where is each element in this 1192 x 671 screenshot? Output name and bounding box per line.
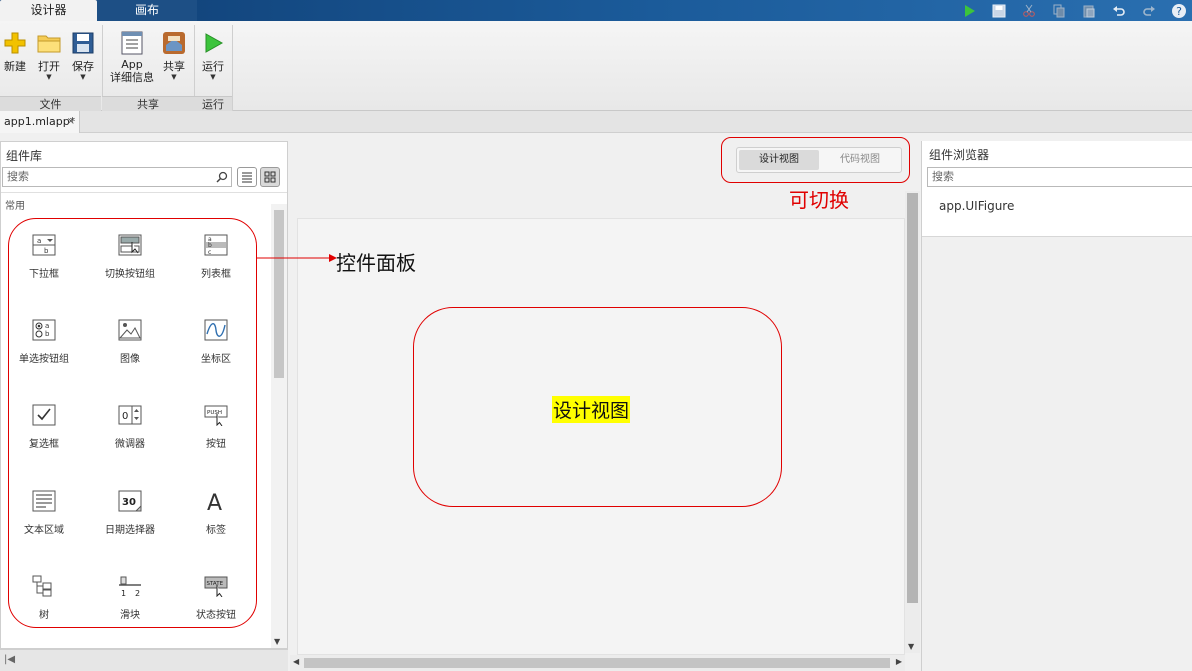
document-tab-label: app1.mlapp* (4, 115, 76, 128)
floppy-icon (71, 31, 95, 55)
new-label: 新建 (4, 60, 26, 73)
library-bottom-bar: |◀ (0, 649, 288, 671)
search-placeholder: 搜索 (932, 170, 954, 183)
app-details-label-1: App (121, 58, 143, 71)
scroll-right-icon[interactable]: ▶ (896, 657, 902, 666)
canvas-vertical-scrollbar[interactable]: ▼ (905, 191, 920, 653)
library-scrollbar[interactable]: ▼ (271, 204, 287, 648)
tab-designer[interactable]: 设计器 (0, 0, 97, 21)
top-tab-bar: 设计器 画布 ? (0, 0, 1192, 21)
save-label: 保存 (72, 60, 94, 73)
close-icon[interactable]: × (67, 111, 75, 133)
scroll-left-icon[interactable]: ◀ (293, 657, 299, 666)
canvas-horizontal-scrollbar[interactable]: ◀ ▶ (290, 655, 905, 671)
cut-icon[interactable] (1020, 2, 1038, 19)
annotation-panel-label: 控件面板 (336, 251, 416, 275)
annotation-panel-outline (8, 218, 257, 628)
open-label: 打开 (38, 60, 60, 73)
svg-text:?: ? (1176, 5, 1182, 18)
folder-icon (37, 31, 61, 55)
category-label: 常用 (5, 201, 25, 212)
plus-icon (3, 31, 27, 55)
scroll-down-icon[interactable]: ▼ (274, 637, 280, 646)
collapse-icon[interactable]: |◀ (4, 654, 15, 665)
paste-icon[interactable] (1080, 2, 1098, 19)
list-icon (242, 172, 252, 183)
scrollbar-thumb[interactable] (907, 193, 918, 603)
open-dropdown-icon[interactable]: ▼ (46, 73, 51, 81)
undo-icon[interactable] (1110, 2, 1128, 19)
scrollbar-thumb[interactable] (274, 210, 284, 378)
scroll-down-icon[interactable]: ▼ (908, 642, 914, 651)
annotation-toggle-label: 可切换 (789, 188, 849, 212)
document-tab-bar: app1.mlapp* × (0, 111, 1192, 133)
separator (232, 25, 233, 111)
browser-header: 组件浏览器 搜索 app.UIFigure (922, 141, 1192, 237)
panel-title: 组件库 (6, 149, 43, 163)
section-run: 运行 (194, 96, 232, 111)
tree-item-uifigure[interactable]: app.UIFigure (939, 199, 1014, 213)
copy-icon[interactable] (1050, 2, 1068, 19)
component-browser-panel: 组件浏览器 搜索 app.UIFigure (921, 141, 1192, 671)
save-button[interactable]: 保存 ▼ (71, 31, 95, 81)
toolstrip: 新建 打开 ▼ 保存 ▼ App 详细信息 共享 ▼ 运行 ▼ 文件 共享 运行 (0, 21, 1192, 111)
app-details-button[interactable]: App 详细信息 (110, 31, 154, 84)
share-icon (162, 31, 186, 55)
new-button[interactable]: 新建 (3, 31, 27, 73)
save-icon[interactable] (990, 2, 1008, 19)
annotation-arrow (257, 254, 337, 262)
library-search-input[interactable]: 搜索 (2, 167, 232, 187)
share-dropdown-icon[interactable]: ▼ (171, 73, 176, 81)
share-button[interactable]: 共享 ▼ (162, 31, 186, 81)
run-icon[interactable] (960, 2, 978, 19)
divider (1, 192, 287, 193)
help-icon[interactable]: ? (1170, 2, 1188, 19)
grid-view-button[interactable] (260, 167, 280, 187)
tab-canvas[interactable]: 画布 (97, 0, 197, 21)
section-file: 文件 (0, 96, 101, 111)
search-placeholder: 搜索 (7, 170, 29, 183)
grid-icon (264, 171, 276, 183)
search-icon[interactable] (216, 168, 228, 191)
open-button[interactable]: 打开 ▼ (37, 31, 61, 81)
annotation-design-view-label: 设计视图 (552, 396, 631, 423)
run-button[interactable]: 运行 ▼ (201, 31, 225, 81)
browser-search-input[interactable]: 搜索 (927, 167, 1192, 187)
play-icon (201, 31, 225, 55)
scrollbar-thumb[interactable] (304, 658, 890, 668)
section-share: 共享 (102, 96, 194, 111)
document-tab[interactable]: app1.mlapp* × (0, 111, 80, 133)
save-dropdown-icon[interactable]: ▼ (80, 73, 85, 81)
app-details-label-2: 详细信息 (110, 71, 154, 84)
annotation-toggle-outline (721, 137, 910, 183)
redo-icon[interactable] (1140, 2, 1158, 19)
share-label: 共享 (163, 60, 185, 73)
app-details-icon (120, 31, 144, 55)
panel-title: 组件浏览器 (929, 148, 990, 162)
list-view-button[interactable] (237, 167, 257, 187)
run-label: 运行 (202, 60, 224, 73)
run-dropdown-icon[interactable]: ▼ (210, 73, 215, 81)
